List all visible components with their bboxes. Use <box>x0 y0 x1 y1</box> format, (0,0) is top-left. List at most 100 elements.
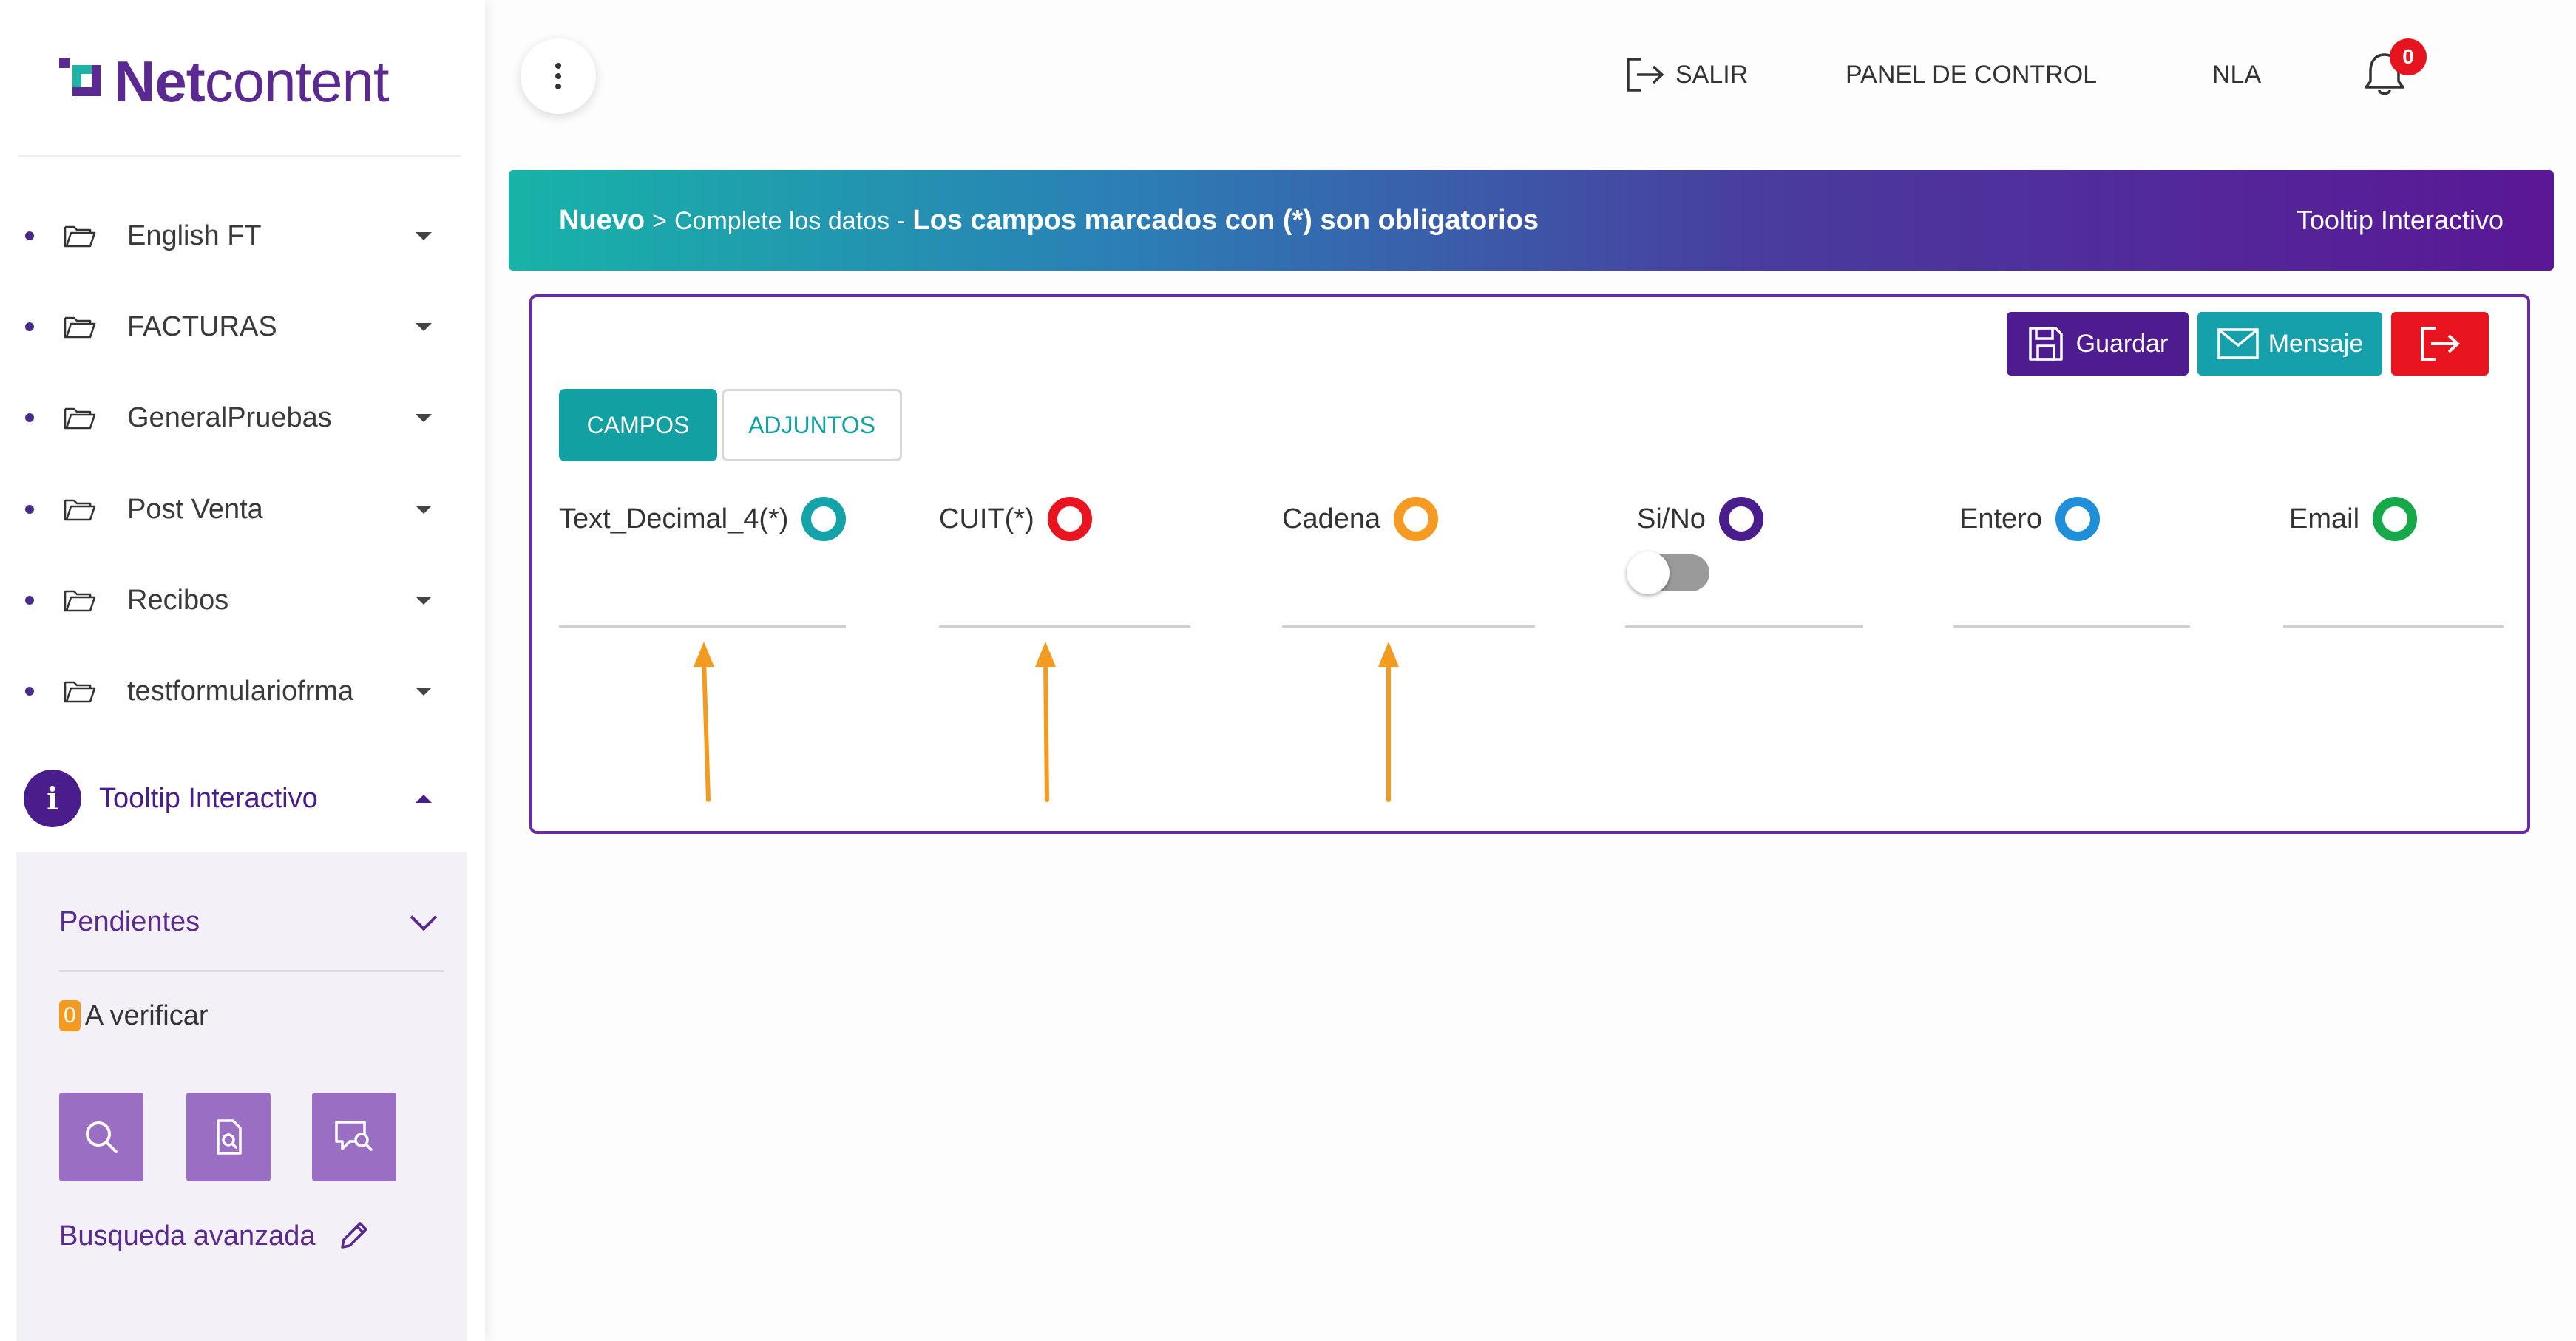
tooltip-info-icon[interactable] <box>2055 497 2100 541</box>
bullet-icon <box>25 231 34 240</box>
tooltip-info-icon[interactable] <box>2373 497 2418 541</box>
kebab-dot <box>555 63 561 69</box>
sidebar-item-tooltip-interactivo[interactable]: i Tooltip Interactivo <box>0 769 458 828</box>
field-email: Email <box>2289 497 2418 541</box>
breadcrumb-separator: > <box>652 206 667 235</box>
cuit-input[interactable] <box>939 625 1190 628</box>
guardar-label: Guardar <box>2075 329 2169 358</box>
netcontent-logo-icon <box>59 58 106 105</box>
messages-search-button[interactable] <box>312 1093 396 1181</box>
salir-button[interactable]: SALIR <box>1625 49 1748 101</box>
bullet-icon <box>25 322 34 331</box>
tooltip-info-icon[interactable] <box>1394 497 1439 541</box>
exit-form-button[interactable] <box>2391 312 2489 376</box>
breadcrumb: Nuevo > Complete los datos - Los campos … <box>559 205 1539 237</box>
toggle-knob <box>1627 551 1670 594</box>
tooltip-info-icon[interactable] <box>1047 497 1092 541</box>
a-verificar-item[interactable]: 0 A verificar <box>59 994 209 1038</box>
exit-icon <box>2421 327 2460 361</box>
more-menu-button[interactable] <box>521 38 596 114</box>
pencil-icon <box>340 1222 367 1249</box>
tooltip-info-icon[interactable] <box>801 497 847 541</box>
arrow-up-icon <box>1035 642 1056 802</box>
caret-down-icon <box>416 322 432 331</box>
bullet-icon <box>25 413 34 422</box>
breadcrumb-nuevo: Nuevo <box>559 204 645 236</box>
save-icon <box>2028 327 2063 361</box>
document-search-button[interactable] <box>186 1093 271 1181</box>
kebab-dot <box>555 73 561 79</box>
bullet-icon <box>25 505 34 514</box>
folder-icon <box>64 407 96 430</box>
field-label: Cadena <box>1282 503 1381 534</box>
bullet-icon <box>25 687 34 696</box>
caret-down-icon <box>416 231 432 240</box>
arrow-up-icon <box>694 642 714 802</box>
sidebar-item-label: Recibos <box>127 584 229 616</box>
caret-down-icon <box>416 413 432 422</box>
pendientes-dropdown[interactable]: Pendientes <box>59 896 444 948</box>
sidebar-item-generalpruebas[interactable]: GeneralPruebas <box>0 384 458 451</box>
logo-content-text: content <box>204 49 390 114</box>
logout-icon <box>1627 58 1664 92</box>
folder-icon <box>64 499 96 521</box>
email-input[interactable] <box>2283 625 2504 628</box>
field-label: CUIT(*) <box>939 503 1034 534</box>
sidebar-item-label: Post Venta <box>127 493 263 525</box>
sidebar-item-testformulariofrma[interactable]: testformulariofrma <box>0 658 458 724</box>
bullet-icon <box>25 596 34 605</box>
busqueda-avanzada-label: Busqueda avanzada <box>59 1220 316 1252</box>
field-entero: Entero <box>1959 497 2100 541</box>
divider <box>18 155 461 157</box>
sidebar-item-label: English FT <box>127 220 262 251</box>
sidebar-item-english-ft[interactable]: English FT <box>0 203 458 269</box>
pendientes-label: Pendientes <box>59 906 200 937</box>
field-text-decimal-4: Text_Decimal_4(*) <box>559 497 847 541</box>
caret-down-icon <box>416 505 432 514</box>
folder-icon <box>64 225 96 248</box>
field-label: Si/No <box>1637 503 1706 534</box>
breadcrumb-dash: - <box>897 206 906 235</box>
netcontent-logo[interactable]: Netcontent <box>59 49 390 114</box>
sidebar-item-facturas[interactable]: FACTURAS <box>0 293 458 360</box>
busqueda-avanzada-link[interactable]: Busqueda avanzada <box>59 1214 370 1258</box>
a-verificar-label: A verificar <box>84 999 209 1031</box>
breadcrumb-complete: Complete los datos <box>674 206 890 235</box>
tab-adjuntos[interactable]: ADJUNTOS <box>722 389 902 461</box>
sidebar-item-label: GeneralPruebas <box>127 401 332 433</box>
kebab-dot <box>555 84 561 89</box>
caret-up-icon <box>416 794 432 803</box>
sidebar-item-label: testformulariofrma <box>127 675 354 707</box>
guardar-button[interactable]: Guardar <box>2007 312 2189 376</box>
salir-label: SALIR <box>1675 60 1749 89</box>
user-menu[interactable]: NLA <box>2212 49 2261 101</box>
info-icon: i <box>24 770 81 827</box>
notification-badge: 0 <box>2390 38 2427 75</box>
submenu-panel: Pendientes 0 A verificar Busqueda avanza… <box>16 852 467 1341</box>
si-no-toggle[interactable] <box>1627 551 1709 594</box>
sidebar-item-post-venta[interactable]: Post Venta <box>0 476 458 543</box>
arrow-up-icon <box>1378 642 1399 802</box>
entero-input[interactable] <box>1953 625 2190 628</box>
search-button[interactable] <box>59 1093 143 1181</box>
tab-campos[interactable]: CAMPOS <box>559 389 717 461</box>
sidebar: Netcontent English FT FACTURAS GeneralPr… <box>0 0 485 1341</box>
form-card: Guardar Mensaje CAMPOS ADJUNTOS Text_Dec… <box>529 294 2530 834</box>
mensaje-button[interactable]: Mensaje <box>2197 312 2382 376</box>
panel-de-control-link[interactable]: PANEL DE CONTROL <box>1845 49 2097 101</box>
sidebar-item-label: FACTURAS <box>127 310 277 342</box>
field-cuit: CUIT(*) <box>939 497 1092 541</box>
si-no-underline <box>1625 625 1863 628</box>
field-label: Text_Decimal_4(*) <box>559 503 789 534</box>
search-icon <box>86 1121 118 1153</box>
folder-icon <box>64 316 96 339</box>
folder-icon <box>64 590 96 612</box>
cadena-input[interactable] <box>1282 625 1535 628</box>
field-cadena: Cadena <box>1282 497 1439 541</box>
chevron-down-icon <box>410 903 438 931</box>
text-decimal-4-input[interactable] <box>559 625 846 628</box>
sidebar-item-recibos[interactable]: Recibos <box>0 567 458 634</box>
page-header-banner: Nuevo > Complete los datos - Los campos … <box>509 170 2554 271</box>
tooltip-info-icon[interactable] <box>1718 497 1763 541</box>
folder-icon <box>64 681 96 703</box>
